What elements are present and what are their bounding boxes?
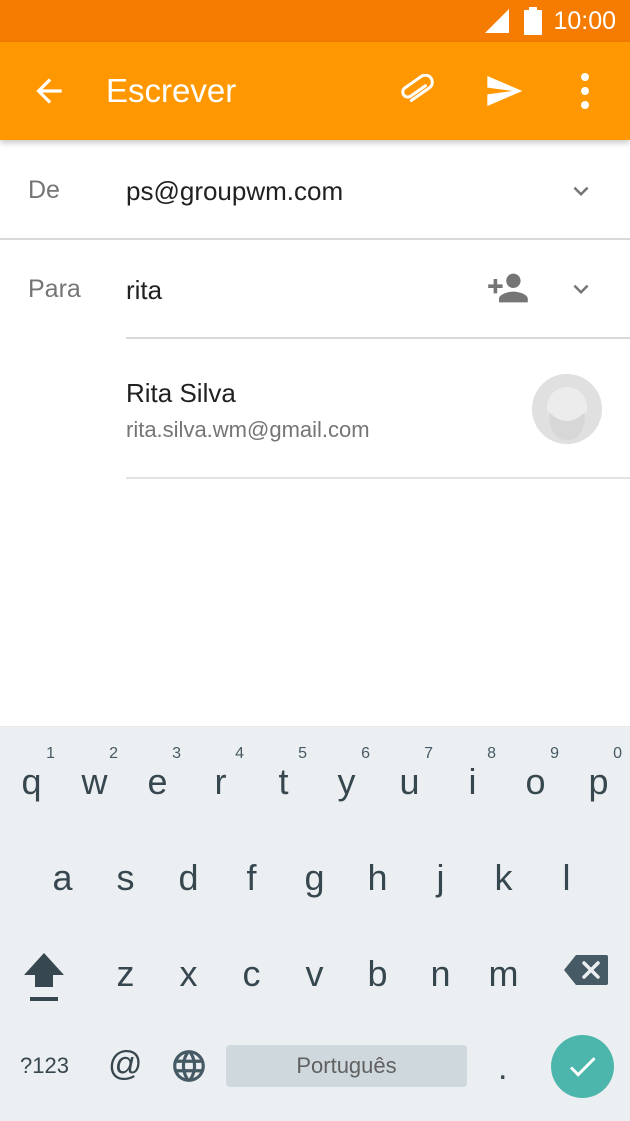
divider: [126, 477, 630, 479]
key-number-hint: 0: [613, 745, 622, 762]
key-e[interactable]: e3: [126, 733, 189, 823]
key-label: s: [116, 857, 135, 898]
key-label: j: [436, 857, 445, 898]
key-label: z: [116, 953, 135, 994]
key-number-hint: 8: [487, 745, 496, 762]
from-field[interactable]: De ps@groupwm.com: [0, 140, 630, 238]
key-label: i: [468, 761, 477, 802]
key-d[interactable]: d: [157, 829, 220, 919]
key-label: n: [430, 953, 451, 994]
key-s[interactable]: s: [94, 829, 157, 919]
key-o[interactable]: o9: [504, 733, 567, 823]
key-number-hint: 7: [424, 745, 433, 762]
divider: [126, 337, 630, 339]
checkmark-icon: [569, 1057, 596, 1077]
more-vert-icon[interactable]: [574, 70, 596, 112]
key-label: k: [494, 857, 513, 898]
key-u[interactable]: u7: [378, 733, 441, 823]
period-key[interactable]: .: [498, 1049, 507, 1088]
key-r[interactable]: r4: [189, 733, 252, 823]
send-icon[interactable]: [484, 71, 524, 111]
key-label: v: [305, 953, 324, 994]
key-number-hint: 3: [172, 745, 181, 762]
signal-icon: [485, 9, 509, 33]
key-f[interactable]: f: [220, 829, 283, 919]
key-number-hint: 5: [298, 745, 307, 762]
key-m[interactable]: m: [472, 925, 535, 1015]
key-label: g: [304, 857, 325, 898]
chevron-down-icon[interactable]: [566, 274, 596, 304]
key-g[interactable]: g: [283, 829, 346, 919]
key-a[interactable]: a: [31, 829, 94, 919]
key-number-hint: 2: [109, 745, 118, 762]
suggestion-email: rita.silva.wm@gmail.com: [126, 417, 370, 442]
status-time: 10:00: [553, 7, 616, 35]
backspace-icon[interactable]: [564, 955, 608, 985]
status-bar: 10:00: [0, 0, 630, 42]
from-label: De: [28, 176, 60, 204]
avatar-placeholder-icon: [532, 374, 602, 444]
key-label: t: [278, 761, 289, 802]
key-number-hint: 9: [550, 745, 559, 762]
key-label: f: [246, 857, 257, 898]
key-c[interactable]: c: [220, 925, 283, 1015]
key-label: p: [588, 761, 609, 802]
key-number-hint: 6: [361, 745, 370, 762]
key-label: w: [81, 761, 108, 802]
key-j[interactable]: j: [409, 829, 472, 919]
key-label: o: [525, 761, 546, 802]
key-x[interactable]: x: [157, 925, 220, 1015]
contact-suggestion[interactable]: Rita Silva rita.silva.wm@gmail.com: [126, 340, 630, 478]
key-label: d: [178, 857, 199, 898]
key-label: e: [147, 761, 168, 802]
key-z[interactable]: z: [94, 925, 157, 1015]
key-v[interactable]: v: [283, 925, 346, 1015]
key-label: a: [52, 857, 73, 898]
key-w[interactable]: w2: [63, 733, 126, 823]
key-i[interactable]: i8: [441, 733, 504, 823]
key-label: b: [367, 953, 388, 994]
key-q[interactable]: q1: [0, 733, 63, 823]
key-label: m: [488, 953, 519, 994]
key-label: l: [562, 857, 571, 898]
key-label: r: [214, 761, 227, 802]
key-number-hint: 4: [235, 745, 244, 762]
suggestion-name: Rita Silva: [126, 378, 236, 408]
paperclip-icon[interactable]: [400, 74, 440, 110]
key-n[interactable]: n: [409, 925, 472, 1015]
key-label: h: [367, 857, 388, 898]
key-y[interactable]: y6: [315, 733, 378, 823]
key-label: y: [337, 761, 356, 802]
symbols-key[interactable]: ?123: [20, 1053, 69, 1079]
app-bar: Escrever: [0, 42, 630, 140]
globe-icon[interactable]: [170, 1047, 208, 1085]
enter-button[interactable]: [551, 1035, 614, 1098]
key-number-hint: 1: [46, 745, 55, 762]
key-label: q: [21, 761, 42, 802]
to-field[interactable]: Para rita: [0, 240, 630, 338]
key-t[interactable]: t5: [252, 733, 315, 823]
battery-icon: [524, 7, 542, 35]
add-contact-icon[interactable]: [486, 270, 530, 306]
from-value[interactable]: ps@groupwm.com: [126, 176, 343, 207]
shift-icon[interactable]: [22, 951, 66, 1003]
key-k[interactable]: k: [472, 829, 535, 919]
at-key[interactable]: @: [108, 1045, 143, 1084]
to-input[interactable]: rita: [126, 275, 162, 306]
key-b[interactable]: b: [346, 925, 409, 1015]
key-p[interactable]: p0: [567, 733, 630, 823]
chevron-down-icon[interactable]: [566, 176, 596, 206]
page-title: Escrever: [106, 72, 237, 109]
key-label: u: [399, 761, 420, 802]
key-label: x: [179, 953, 198, 994]
key-h[interactable]: h: [346, 829, 409, 919]
back-arrow-icon[interactable]: [30, 72, 68, 110]
keyboard: q1w2e3r4t5y6u7i8o9p0 asdfghjkl zxcvbnm ?…: [0, 726, 630, 1121]
avatar: [532, 374, 602, 444]
key-label: c: [242, 953, 261, 994]
space-key[interactable]: Português: [226, 1045, 467, 1087]
to-label: Para: [28, 275, 81, 303]
key-l[interactable]: l: [535, 829, 598, 919]
